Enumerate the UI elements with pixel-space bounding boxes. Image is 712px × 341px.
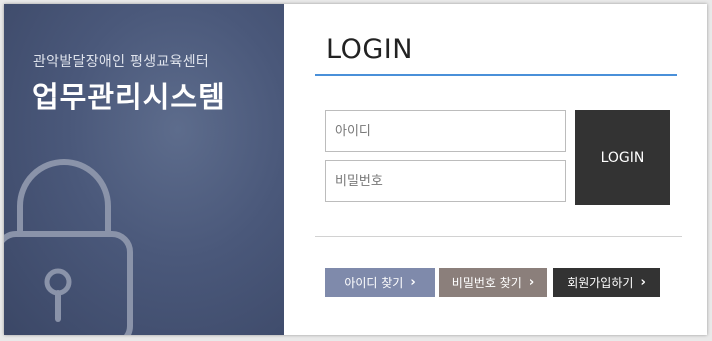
password-input[interactable]	[325, 160, 566, 202]
find-password-label: 비밀번호 찾기	[451, 276, 522, 290]
find-id-label: 아이디 찾기	[344, 276, 404, 290]
find-password-button[interactable]: 비밀번호 찾기 ›	[439, 268, 547, 297]
chevron-right-icon: ›	[528, 275, 535, 290]
brand-panel: 관악발달장애인 평생교육센터 업무관리시스템	[4, 4, 284, 335]
chevron-right-icon: ›	[640, 275, 646, 290]
login-button[interactable]: LOGIN	[575, 110, 670, 205]
system-name: 업무관리시스템	[32, 80, 226, 114]
login-title: LOGIN	[326, 34, 413, 65]
title-underline	[315, 74, 677, 76]
login-window: 관악발달장애인 평생교육센터 업무관리시스템 LOGIN LOGIN 아이디 찾…	[4, 4, 707, 335]
login-panel: LOGIN LOGIN 아이디 찾기 › 비밀번호 찾기 › 회원가입하기 ›	[284, 4, 707, 335]
padlock-icon	[4, 159, 133, 335]
divider	[315, 236, 682, 237]
signup-label: 회원가입하기	[567, 276, 634, 290]
org-name: 관악발달장애인 평생교육센터	[33, 54, 210, 70]
id-input[interactable]	[325, 110, 566, 152]
chevron-right-icon: ›	[410, 275, 416, 290]
signup-button[interactable]: 회원가입하기 ›	[553, 268, 660, 297]
find-id-button[interactable]: 아이디 찾기 ›	[325, 268, 435, 297]
